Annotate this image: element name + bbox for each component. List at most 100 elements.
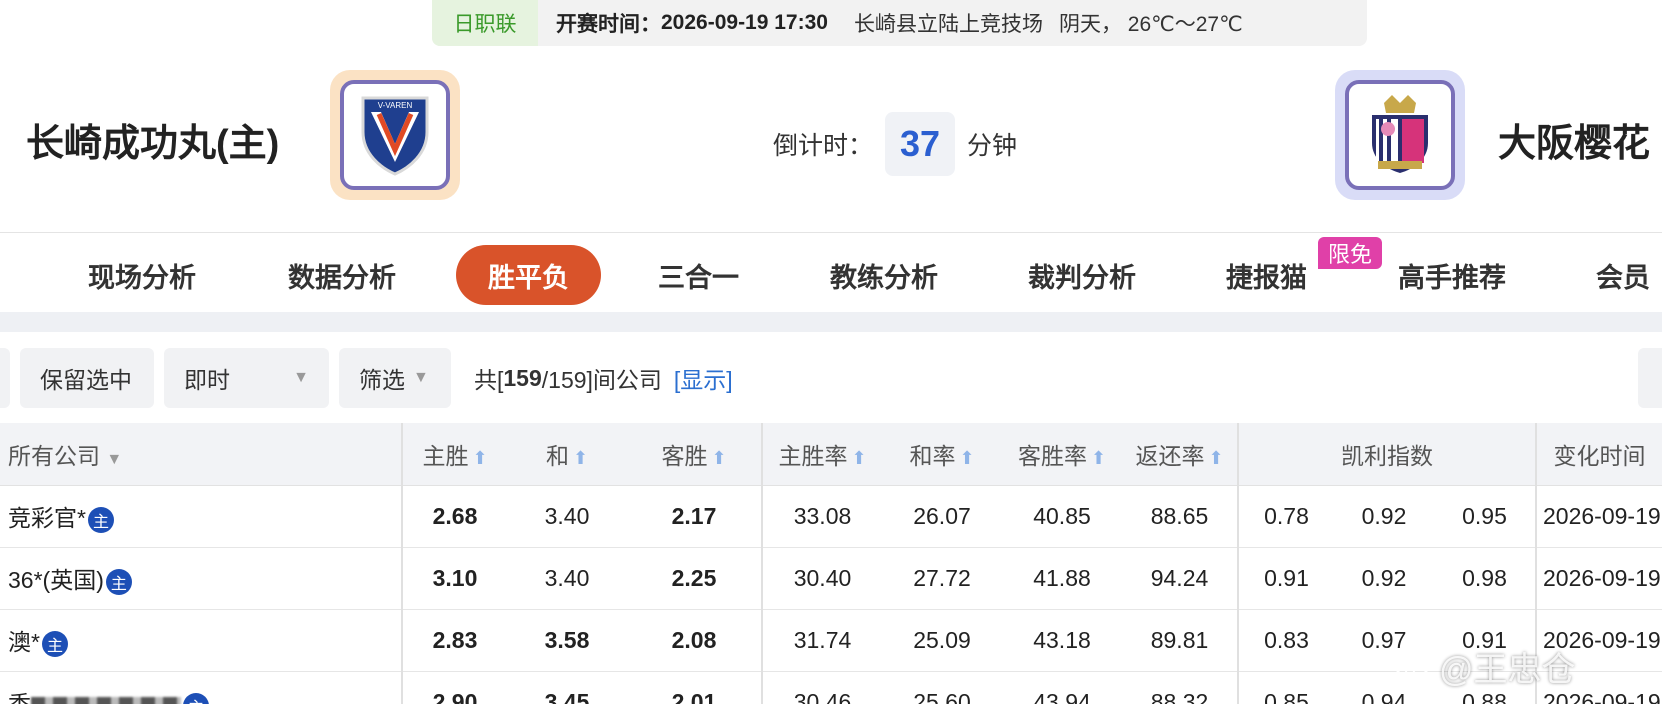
- kickoff-time: 2026-09-19 17:30: [661, 11, 828, 34]
- home-rate: 33.08: [762, 485, 882, 548]
- count-shown: 159: [503, 364, 542, 391]
- crest-icon: [1372, 95, 1428, 173]
- blurred-text: [31, 696, 181, 704]
- away-rate-header[interactable]: 客胜率 ⬆: [1002, 423, 1122, 486]
- draw-rate: 25.09: [882, 609, 1002, 672]
- kelly-home: 0.78: [1238, 485, 1334, 548]
- return-rate-header[interactable]: 返还率 ⬆: [1122, 423, 1239, 486]
- mode-select[interactable]: 即时 ▼: [164, 348, 329, 408]
- main-marker-icon: 主: [87, 506, 114, 533]
- toolbar: 保留选中 即时 ▼ 筛选 ▼ 共[159/159]间公司 [显示]: [0, 348, 1662, 408]
- company-filter-header[interactable]: 所有公司 ▼: [0, 423, 403, 486]
- home-odds: 3.10: [402, 547, 507, 610]
- change-time-header: 变化时间: [1536, 423, 1662, 486]
- home-rate-header[interactable]: 主胜率 ⬆: [762, 423, 882, 486]
- company-cell: 澳* 主: [0, 609, 403, 672]
- home-rate: 31.74: [762, 609, 882, 672]
- sort-up-icon: ⬆: [1090, 447, 1107, 468]
- kelly-header: 凯利指数: [1238, 423, 1538, 486]
- sort-up-icon: ⬆: [572, 447, 589, 468]
- match-info-bar: 日职联 开赛时间： 2026-09-19 17:30 长崎县立陆上竞技场 阴天，…: [432, 0, 1367, 46]
- weibo-icon: [1396, 655, 1433, 682]
- countdown-label: 倒计时：: [773, 132, 874, 160]
- draw-header[interactable]: 和 ⬆: [507, 423, 627, 486]
- kelly-home: 0.85: [1238, 671, 1334, 704]
- weather: 阴天， 26℃～27℃: [1058, 13, 1243, 36]
- tab-data-analysis[interactable]: 数据分析: [288, 240, 396, 310]
- company-name[interactable]: 澳*: [8, 629, 40, 655]
- show-link[interactable]: [显示]: [674, 361, 733, 395]
- caret-down-icon: ▼: [413, 369, 429, 386]
- tab-jiebao-cat[interactable]: 捷报猫: [1226, 240, 1307, 310]
- countdown-value: 37: [885, 112, 956, 176]
- company-name[interactable]: 香: [8, 691, 31, 704]
- draw-rate-header[interactable]: 和率 ⬆: [882, 423, 1002, 486]
- away-rate-header-label: 客胜率: [1017, 442, 1087, 469]
- kelly-draw: 0.92: [1334, 547, 1434, 610]
- sort-up-icon: ⬆: [711, 447, 727, 468]
- count-prefix: 共[: [474, 367, 504, 393]
- filter-select[interactable]: 筛选 ▼: [339, 348, 451, 408]
- toolbar-right-button[interactable]: [1638, 348, 1662, 408]
- away-team-logo[interactable]: [1335, 70, 1465, 200]
- away-rate: 43.18: [1002, 609, 1122, 672]
- home-rate-header-label: 主胜率: [778, 442, 848, 469]
- countdown-unit: 分钟: [967, 132, 1018, 160]
- home-team-logo[interactable]: V-VAREN: [330, 70, 460, 200]
- tab-bar: 现场分析 数据分析 胜平负 三合一 教练分析 裁判分析 捷报猫 高手推荐 会员: [0, 240, 1662, 310]
- company-header-label: 所有公司: [8, 442, 100, 469]
- league-badge[interactable]: 日职联: [432, 0, 538, 46]
- divider: [0, 232, 1662, 233]
- sort-up-icon: ⬆: [1208, 447, 1224, 468]
- count-rest: /159]间公司: [541, 367, 662, 393]
- venue: 长崎县立陆上竞技场: [853, 13, 1043, 36]
- draw-odds: 3.40: [507, 485, 627, 548]
- return-rate: 88.32: [1122, 671, 1239, 704]
- away-team-name[interactable]: 大阪樱花: [1498, 112, 1650, 167]
- table-row[interactable]: 竞彩官* 主 2.68 3.40 2.17 33.08 26.07 40.85 8…: [0, 485, 1662, 548]
- sort-up-icon: ⬆: [851, 447, 867, 468]
- tab-expert-picks[interactable]: 高手推荐: [1398, 240, 1506, 310]
- company-name[interactable]: 竞彩官*: [8, 505, 86, 531]
- draw-rate: 25.60: [882, 671, 1002, 704]
- watermark-text: @王忠仓: [1439, 651, 1576, 689]
- tab-coach-analysis[interactable]: 教练分析: [830, 240, 938, 310]
- tab-referee-analysis[interactable]: 裁判分析: [1028, 240, 1136, 310]
- free-badge: 限免: [1318, 237, 1383, 269]
- toolbar-left-button[interactable]: [0, 348, 10, 408]
- home-rate: 30.40: [762, 547, 882, 610]
- tab-three-in-one[interactable]: 三合一: [658, 240, 739, 310]
- change-time: 2026-09-19: [1536, 485, 1662, 548]
- kickoff-label: 开赛时间：: [556, 13, 661, 36]
- caret-down-icon: ▼: [106, 450, 123, 468]
- tab-member[interactable]: 会员: [1596, 240, 1650, 310]
- tab-onsite-analysis[interactable]: 现场分析: [88, 240, 196, 310]
- draw-odds: 3.45: [507, 671, 627, 704]
- draw-odds: 3.58: [507, 609, 627, 672]
- home-odds: 2.68: [402, 485, 507, 548]
- away-rate: 41.88: [1002, 547, 1122, 610]
- kelly-home: 0.91: [1238, 547, 1334, 610]
- return-rate: 88.65: [1122, 485, 1239, 548]
- watermark: @王忠仓: [1395, 642, 1576, 691]
- away-win-header[interactable]: 客胜 ⬆: [627, 423, 763, 486]
- away-win-header-label: 客胜: [661, 442, 708, 469]
- page-root: 日职联 开赛时间： 2026-09-19 17:30 长崎县立陆上竞技场 阴天，…: [0, 0, 1662, 704]
- draw-header-label: 和: [545, 442, 569, 469]
- home-logo-inner: V-VAREN: [340, 80, 450, 190]
- keep-selected-button[interactable]: 保留选中: [20, 348, 154, 408]
- home-rate: 30.46: [762, 671, 882, 704]
- sort-up-icon: ⬆: [959, 447, 975, 468]
- tab-win-draw-lose[interactable]: 胜平负: [456, 245, 601, 305]
- section-divider: [0, 312, 1662, 332]
- company-name[interactable]: 36*(英国): [8, 567, 104, 593]
- keep-selected-label: 保留选中: [40, 367, 132, 393]
- home-win-header[interactable]: 主胜 ⬆: [402, 423, 507, 486]
- away-odds: 2.01: [627, 671, 763, 704]
- table-row[interactable]: 36*(英国) 主 3.10 3.40 2.25 30.40 27.72 41.8…: [0, 547, 1662, 610]
- home-odds: 2.83: [402, 609, 507, 672]
- shield-icon: V-VAREN: [361, 96, 429, 176]
- away-odds: 2.17: [627, 485, 763, 548]
- home-team-name[interactable]: 长崎成功丸(主): [26, 112, 279, 167]
- main-marker-icon: 主: [183, 692, 209, 704]
